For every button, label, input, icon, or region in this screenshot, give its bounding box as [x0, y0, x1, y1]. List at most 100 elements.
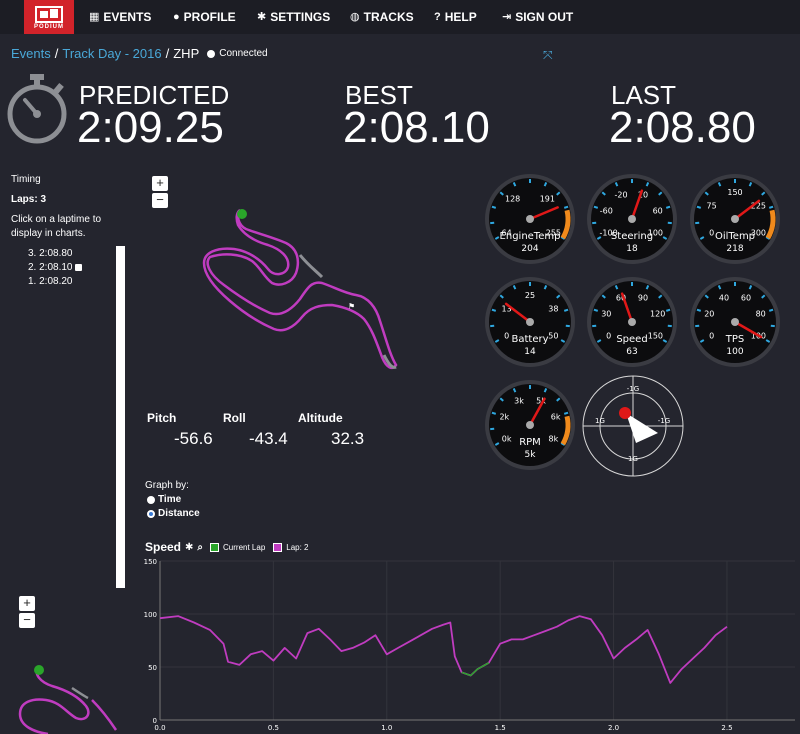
radio-time[interactable]: Time — [147, 494, 181, 505]
legend-lap2-swatch[interactable] — [273, 542, 283, 552]
mini-track-map[interactable] — [12, 660, 122, 734]
gauge-hub — [731, 215, 739, 223]
map-zoom-in-button[interactable]: + — [152, 176, 168, 191]
y-tick-label: 150 — [144, 558, 157, 566]
gauge-tick-label: 20 — [704, 310, 714, 319]
nav-sign-out-label: SIGN OUT — [515, 10, 574, 24]
gauge-tick-label: 90 — [638, 293, 648, 302]
gauge-hub — [628, 318, 636, 326]
legend-current-lap-swatch[interactable] — [210, 542, 220, 552]
gauge-tick-label: 50 — [548, 332, 558, 341]
gauge-tick — [665, 205, 671, 209]
nav-events[interactable]: ▦ EVENTS — [89, 0, 151, 34]
x-tick-label: 1.5 — [495, 724, 506, 732]
gauge-tick-label: 0k — [502, 435, 512, 444]
track-map[interactable]: ⚑ — [200, 195, 410, 380]
map2-zoom-in-button[interactable]: + — [19, 596, 35, 611]
gauge-tick-label: 38 — [548, 305, 558, 314]
breadcrumb-events[interactable]: Events — [11, 46, 51, 61]
gauge-tick-label: 150 — [727, 188, 742, 197]
legend-lap2: Lap: 2 — [286, 542, 309, 552]
podium-logo[interactable]: PODIUM — [24, 0, 74, 34]
nav-sign-out[interactable]: ⇥ SIGN OUT — [502, 0, 573, 34]
nav-settings[interactable]: ✱ SETTINGS — [257, 0, 330, 34]
gmeter-top-label: -1G — [627, 385, 639, 393]
sidebar-scrollbar[interactable] — [116, 246, 125, 588]
breadcrumb-current: ZHP — [173, 46, 200, 61]
gauge-tick — [696, 205, 702, 209]
breadcrumb-sep: / — [165, 46, 170, 61]
nav-tracks[interactable]: ◍ TRACKS — [350, 0, 414, 34]
breadcrumb-track-day[interactable]: Track Day - 2016 — [62, 46, 161, 61]
x-tick-label: 2.0 — [608, 724, 619, 732]
gauge-value: 14 — [524, 347, 536, 357]
last-time: 2:08.80 — [609, 103, 756, 152]
gauge-enginetemp: 64128 191255EngineTemp204 — [485, 174, 575, 264]
gauge-tick-label: 40 — [719, 293, 729, 302]
roll-value: -43.4 — [249, 429, 288, 448]
gauge-hub — [526, 215, 534, 223]
gauge-tick-label: 60 — [741, 293, 751, 302]
breadcrumb-sep: / — [54, 46, 59, 61]
gauge-tick — [696, 308, 702, 312]
svg-text:⚑: ⚑ — [348, 302, 355, 311]
podium-logo-icon — [35, 6, 63, 23]
gauge-tick-label: 120 — [650, 310, 665, 319]
x-tick-label: 0.0 — [154, 724, 165, 732]
gauge-tick — [593, 205, 599, 209]
laps-count: Laps: 3 — [11, 194, 47, 205]
gauge-rpm: 0k2k3k 5k6k8kRPM5k — [485, 380, 575, 470]
g-meter: -1G 1G 1G -1G — [582, 375, 684, 477]
gauge-name: RPM — [519, 437, 541, 448]
gauge-tick — [563, 411, 569, 415]
altitude-value: 32.3 — [331, 429, 365, 448]
x-tick-label: 1.0 — [381, 724, 392, 732]
gauge-value: 5k — [525, 450, 537, 460]
gauge-tick-label: 80 — [756, 310, 766, 319]
nav-help[interactable]: ? HELP — [434, 0, 477, 34]
logo-text: PODIUM — [34, 24, 64, 30]
gmeter-right-label: -1G — [658, 417, 670, 425]
gauge-hub — [526, 421, 534, 429]
chart-zoom-icon[interactable]: ⌕ — [197, 542, 203, 553]
nav-profile[interactable]: ● PROFILE — [173, 0, 236, 34]
map-zoom-out-button[interactable]: − — [152, 193, 168, 208]
map2-zoom-out-button[interactable]: − — [19, 613, 35, 628]
user-icon: ● — [173, 11, 180, 23]
gauge-tick-label: 0 — [709, 229, 714, 238]
gauge-name: EngineTemp — [500, 231, 561, 242]
gauge-value: 63 — [626, 347, 637, 357]
lap-item-label: 2. 2:08.10 — [28, 262, 73, 273]
lap-item-2[interactable]: 2. 2:08.10 — [28, 262, 83, 273]
gauge-oiltemp: 075150225300OilTemp218 — [690, 174, 780, 264]
gauge-tick-label: 0 — [606, 332, 611, 341]
gauge-tick-label: 25 — [525, 291, 535, 300]
gauge-hub — [526, 318, 534, 326]
legend-current-lap: Current Lap — [223, 542, 266, 552]
radio-time-label: Time — [158, 494, 182, 505]
checkbox-checked-icon[interactable] — [75, 263, 83, 271]
nav-help-label: HELP — [444, 10, 477, 24]
best-time: 2:08.10 — [343, 103, 490, 152]
expand-icon[interactable]: ⤧ — [543, 48, 553, 63]
radio-distance[interactable]: Distance — [147, 508, 200, 519]
lap-item-1[interactable]: 1. 2:08.20 — [28, 276, 72, 287]
chart-settings-icon[interactable]: ✱ — [185, 542, 193, 553]
altitude-label: Altitude — [298, 411, 343, 425]
y-tick-label: 50 — [148, 664, 157, 672]
connection-status-dot — [207, 49, 216, 58]
help-icon: ? — [434, 11, 441, 23]
connection-status: Connected — [219, 48, 268, 59]
speed-chart[interactable]: 0501001500.0 0.5 1.0 1.5 2.0 2.5 — [140, 556, 800, 734]
gauge-value: 218 — [726, 244, 743, 254]
gauge-value: 100 — [726, 347, 743, 357]
y-tick-label: 100 — [144, 611, 157, 619]
lap-item-3[interactable]: 3. 2:08.80 — [28, 248, 72, 259]
radio-time-circle[interactable] — [147, 495, 155, 504]
gauge-speed: 03060 90120150Speed63 — [587, 277, 677, 367]
sidebar-heading: Timing — [11, 174, 41, 185]
radio-distance-label: Distance — [158, 508, 200, 519]
calendar-icon: ▦ — [89, 11, 100, 23]
radio-distance-circle[interactable] — [147, 509, 155, 518]
gauge-tick-label: 2k — [499, 413, 509, 422]
